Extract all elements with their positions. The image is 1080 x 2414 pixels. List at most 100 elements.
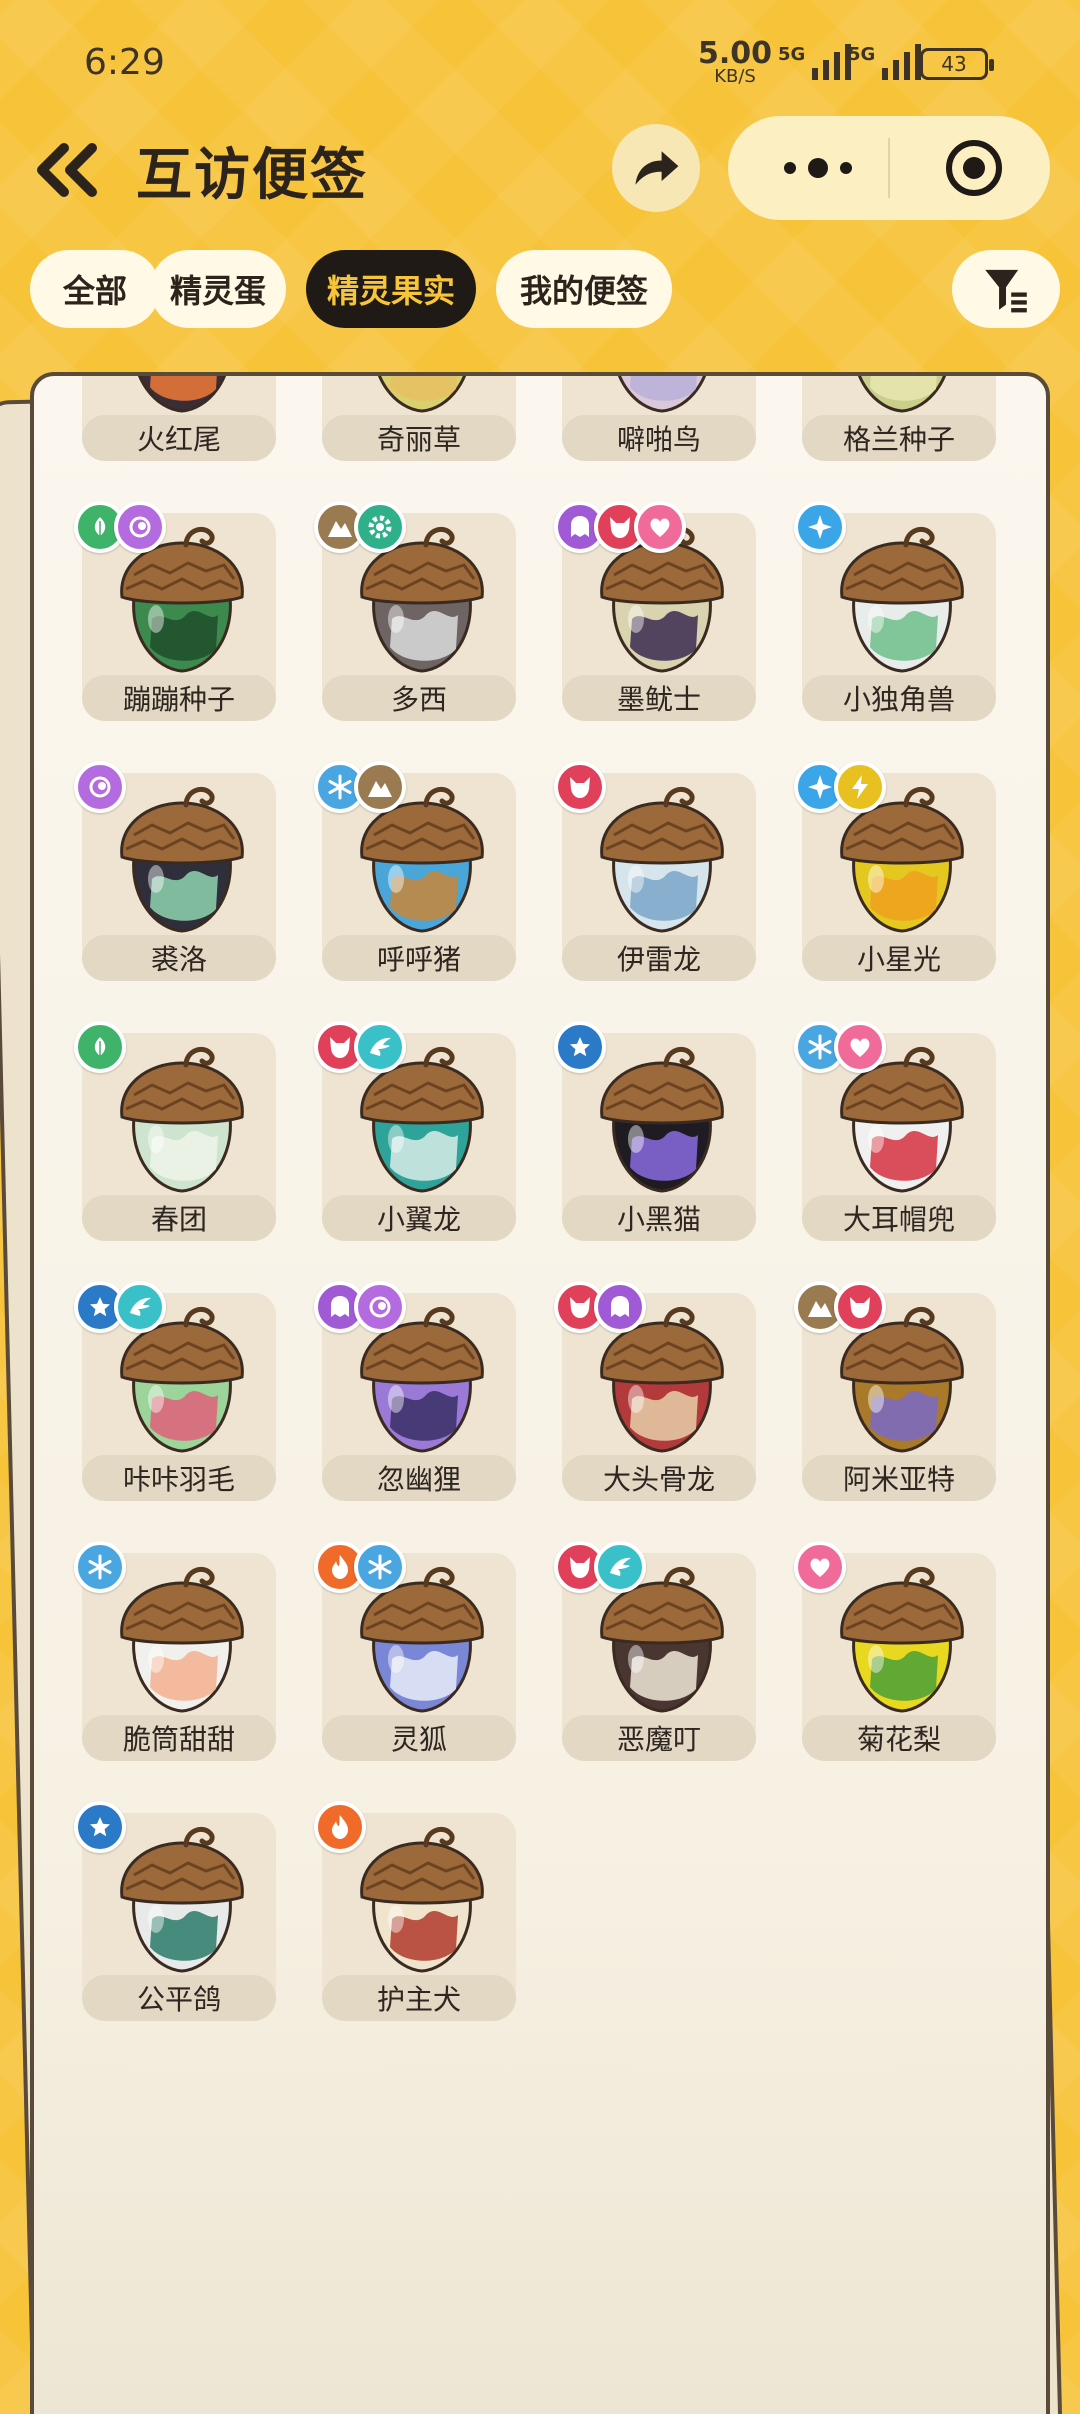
fruit-card[interactable]: 噼啪鸟 xyxy=(554,376,756,461)
signal-label: 5G xyxy=(778,44,806,65)
acorn-fruit-icon xyxy=(120,1047,244,1193)
fruit-card[interactable]: 脆筒甜甜 xyxy=(74,1541,276,1761)
wing-icon xyxy=(114,1281,166,1333)
fruit-card[interactable]: 火红尾 xyxy=(74,376,276,461)
fruit-card[interactable]: 多西 xyxy=(314,501,516,721)
demon-icon xyxy=(834,1281,886,1333)
acorn-fruit-icon xyxy=(120,787,244,933)
fruit-card[interactable]: 阿米亚特 xyxy=(794,1281,996,1501)
fruit-card[interactable]: 墨鱿士 xyxy=(554,501,756,721)
fire-icon xyxy=(314,1801,366,1853)
fruit-card[interactable]: 灵狐 xyxy=(314,1541,516,1761)
fruit-card[interactable]: 忽幽狸 xyxy=(314,1281,516,1501)
signal-icon: 5G xyxy=(778,44,852,80)
fruit-card[interactable]: 小独角兽 xyxy=(794,501,996,721)
wing-icon xyxy=(354,1021,406,1073)
grass-icon xyxy=(74,1021,126,1073)
fruit-card[interactable]: 咔咔羽毛 xyxy=(74,1281,276,1501)
filter-button[interactable] xyxy=(952,250,1060,328)
close-miniapp-icon[interactable] xyxy=(944,138,1004,198)
type-badges xyxy=(794,1021,886,1073)
snowflake-icon xyxy=(354,1541,406,1593)
type-badges xyxy=(794,761,886,813)
fruit-card[interactable]: 裘洛 xyxy=(74,761,276,981)
fruit-name: 奇丽草 xyxy=(322,415,516,461)
tab-eggs[interactable]: 精灵蛋 xyxy=(150,250,286,328)
acorn-fruit-icon xyxy=(600,787,724,933)
type-badges xyxy=(554,1021,606,1073)
fruit-name: 灵狐 xyxy=(322,1715,516,1761)
more-icon[interactable] xyxy=(778,152,858,184)
fruit-card[interactable]: 恶魔叮 xyxy=(554,1541,756,1761)
fruit-name: 菊花梨 xyxy=(802,1715,996,1761)
snowflake-icon xyxy=(74,1541,126,1593)
fruit-name: 噼啪鸟 xyxy=(562,415,756,461)
battery-icon: 43 xyxy=(920,48,994,80)
type-badges xyxy=(314,1801,366,1853)
fruit-name: 小星光 xyxy=(802,935,996,981)
back-icon[interactable] xyxy=(32,140,102,200)
fruit-card[interactable]: 格兰种子 xyxy=(794,376,996,461)
network-speed: 5.00 KB/S xyxy=(698,39,772,86)
fruit-card[interactable]: 菊花梨 xyxy=(794,1541,996,1761)
status-time: 6:29 xyxy=(84,42,165,83)
type-badges xyxy=(794,1541,846,1593)
fruit-card[interactable]: 奇丽草 xyxy=(314,376,516,461)
type-badges xyxy=(554,761,606,813)
fruit-card[interactable]: 小翼龙 xyxy=(314,1021,516,1241)
share-icon xyxy=(635,151,679,185)
acorn-fruit-icon xyxy=(858,376,946,413)
gear-icon xyxy=(354,501,406,553)
acorn-fruit-icon xyxy=(378,376,466,413)
fruit-card[interactable]: 护主犬 xyxy=(314,1801,516,2021)
swirl-icon xyxy=(114,501,166,553)
fruit-name: 阿米亚特 xyxy=(802,1455,996,1501)
fruit-name: 忽幽狸 xyxy=(322,1455,516,1501)
swirl-icon xyxy=(74,761,126,813)
share-button[interactable] xyxy=(612,124,700,212)
fruit-card[interactable]: 呼呼猪 xyxy=(314,761,516,981)
acorn-fruit-icon xyxy=(840,1567,964,1713)
signal-label: 5G xyxy=(848,44,876,65)
type-badges xyxy=(314,501,406,553)
type-badges xyxy=(74,1801,126,1853)
fruit-card[interactable]: 大头骨龙 xyxy=(554,1281,756,1501)
type-badges xyxy=(554,1541,646,1593)
heart-icon xyxy=(794,1541,846,1593)
acorn-fruit-icon xyxy=(120,1567,244,1713)
fruit-card[interactable]: 小星光 xyxy=(794,761,996,981)
fruit-name: 大头骨龙 xyxy=(562,1455,756,1501)
type-badges xyxy=(554,1281,646,1333)
tab-all[interactable]: 全部 xyxy=(30,250,160,328)
type-badges xyxy=(314,761,406,813)
type-badges xyxy=(314,1541,406,1593)
fruit-card[interactable]: 春团 xyxy=(74,1021,276,1241)
fruit-card[interactable]: 公平鸽 xyxy=(74,1801,276,2021)
star-icon xyxy=(74,1801,126,1853)
fruit-card[interactable]: 蹦蹦种子 xyxy=(74,501,276,721)
fruit-card[interactable]: 大耳帽兜 xyxy=(794,1021,996,1241)
type-badges xyxy=(74,501,166,553)
fruit-card[interactable]: 伊雷龙 xyxy=(554,761,756,981)
acorn-fruit-icon xyxy=(360,1827,484,1973)
fruit-name: 格兰种子 xyxy=(802,415,996,461)
fruit-name: 公平鸽 xyxy=(82,1975,276,2021)
fruit-list-panel: 火红尾 奇丽草 噼啪鸟 格兰种子 蹦蹦种子 多西 墨鱿士 小独角兽 裘洛 呼呼猪 伊雷龙 小星光 春团小… xyxy=(30,372,1050,2414)
type-badges xyxy=(554,501,686,553)
demon-icon xyxy=(554,761,606,813)
fruit-name: 大耳帽兜 xyxy=(802,1195,996,1241)
type-badges xyxy=(314,1021,406,1073)
fruit-card[interactable]: 小黑猫 xyxy=(554,1021,756,1241)
fruit-name: 墨鱿士 xyxy=(562,675,756,721)
acorn-fruit-icon xyxy=(138,376,226,413)
page-title: 互访便签 xyxy=(136,143,368,208)
fruit-name: 护主犬 xyxy=(322,1975,516,2021)
tab-my-notes[interactable]: 我的便签 xyxy=(496,250,672,328)
fruit-name: 脆筒甜甜 xyxy=(82,1715,276,1761)
type-badges xyxy=(74,1281,166,1333)
acorn-fruit-icon xyxy=(120,1827,244,1973)
acorn-fruit-icon xyxy=(618,376,706,413)
fruit-name: 蹦蹦种子 xyxy=(82,675,276,721)
heart-icon xyxy=(634,501,686,553)
tab-fruits[interactable]: 精灵果实 xyxy=(306,250,476,328)
